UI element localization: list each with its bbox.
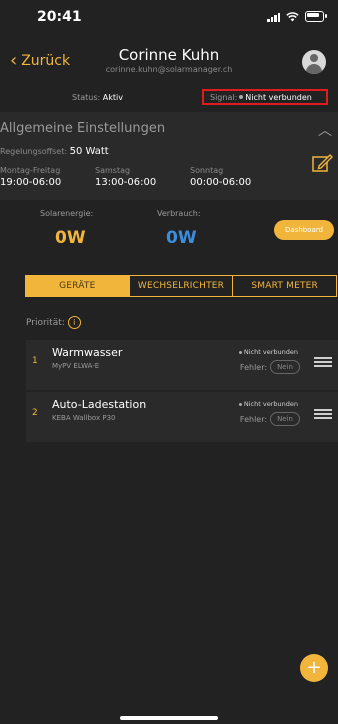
error-label: Fehler: [239,414,268,424]
connection-status: Nicht verbunden [238,348,298,356]
signal-dot-icon [239,95,244,99]
device-priority-number: 2 [32,408,38,418]
schedule-label: Sonntag [190,166,224,175]
device-model: MyPV ELWA-E [52,362,100,370]
device-priority-number: 1 [32,356,38,366]
error-value-badge: Nein [270,360,300,374]
signal-label: Signal: [210,93,238,102]
priority-label: Priorität: [26,317,65,328]
connection-status: Nicht verbunden [238,400,298,408]
error-status: Fehler: Nein [240,412,300,426]
device-name: Auto-Ladestation [52,398,147,411]
device-model: KEBA Wallbox P30 [52,414,116,422]
status-indicator: Status: Aktiv [72,93,123,102]
status-bar: 20:41 [0,0,338,34]
status-dot-icon [238,402,242,406]
header: ‹ Zurück Corinne Kuhn corinne.kuhn@solar… [0,42,338,86]
clock: 20:41 [37,9,82,25]
edit-icon[interactable] [311,152,333,174]
tab-smart-meter[interactable]: SMART METER [233,276,336,296]
home-indicator[interactable] [120,716,218,720]
schedule-weekdays: Montag-Freitag 19:00-06:00 [0,166,61,188]
settings-heading: Allgemeine Einstellungen [0,121,166,136]
dashboard-button[interactable]: Dashboard [274,220,334,240]
schedule-label: Samstag [95,166,131,175]
signal-indicator: Signal: Nicht verbunden [202,89,328,105]
schedule-value: 19:00-06:00 [0,177,62,188]
solar-value: 0W [55,228,86,248]
tab-inverters[interactable]: WECHSELRICHTER [130,276,234,296]
tab-devices[interactable]: GERÄTE [26,276,130,296]
schedule-label: Montag-Freitag [0,166,61,175]
cellular-signal-icon [267,12,280,22]
priority-row: Priorität: i [26,316,81,329]
schedule-value: 13:00-06:00 [95,177,157,188]
schedule-saturday: Samstag 13:00-06:00 [95,166,156,188]
general-settings-panel: Allgemeine Einstellungen ︿ Regelungsoffs… [0,112,338,200]
device-list: 1 Warmwasser MyPV ELWA-E Nicht verbunden… [26,340,338,444]
connection-text: Nicht verbunden [243,400,298,408]
status-label: Status: [72,93,101,102]
energy-summary: Solarenergie: 0W Verbrauch: 0W Dashboard [0,204,338,256]
drag-handle-icon[interactable] [314,409,332,421]
user-email: corinne.kuhn@solarmanager.ch [105,65,233,74]
wifi-icon [286,11,299,21]
error-value-badge: Nein [270,412,300,426]
offset-value: 50 Watt [69,146,109,157]
user-avatar-icon[interactable] [302,50,326,74]
list-item[interactable]: 1 Warmwasser MyPV ELWA-E Nicht verbunden… [26,340,338,390]
status-icons [267,11,327,22]
user-name: Corinne Kuhn [118,46,220,64]
consumption-label: Verbrauch: [157,209,201,218]
info-icon[interactable]: i [67,316,81,329]
regulation-offset: Regelungsoffset: 50 Watt [0,146,109,157]
battery-icon [305,11,327,22]
offset-label: Regelungsoffset: [0,147,68,156]
connection-text: Nicht verbunden [243,348,298,356]
user-title: Corinne Kuhn corinne.kuhn@solarmanager.c… [0,46,338,74]
error-label: Fehler: [239,362,268,372]
status-value: Aktiv [102,93,123,102]
list-item[interactable]: 2 Auto-Ladestation KEBA Wallbox P30 Nich… [26,392,338,442]
error-status: Fehler: Nein [240,360,300,374]
signal-value: Nicht verbunden [245,93,312,102]
add-device-button[interactable]: + [300,654,328,682]
consumption-value: 0W [166,228,197,248]
schedule-value: 00:00-06:00 [190,177,252,188]
schedule-sunday: Sonntag 00:00-06:00 [190,166,251,188]
drag-handle-icon[interactable] [314,357,332,369]
status-dot-icon [238,350,242,354]
segment-tabs: GERÄTE WECHSELRICHTER SMART METER [25,275,337,297]
device-name: Warmwasser [52,346,123,359]
solar-label: Solarenergie: [40,209,94,218]
status-row: Status: Aktiv Signal: Nicht verbunden [0,87,338,107]
chevron-up-icon[interactable]: ︿ [318,120,332,140]
